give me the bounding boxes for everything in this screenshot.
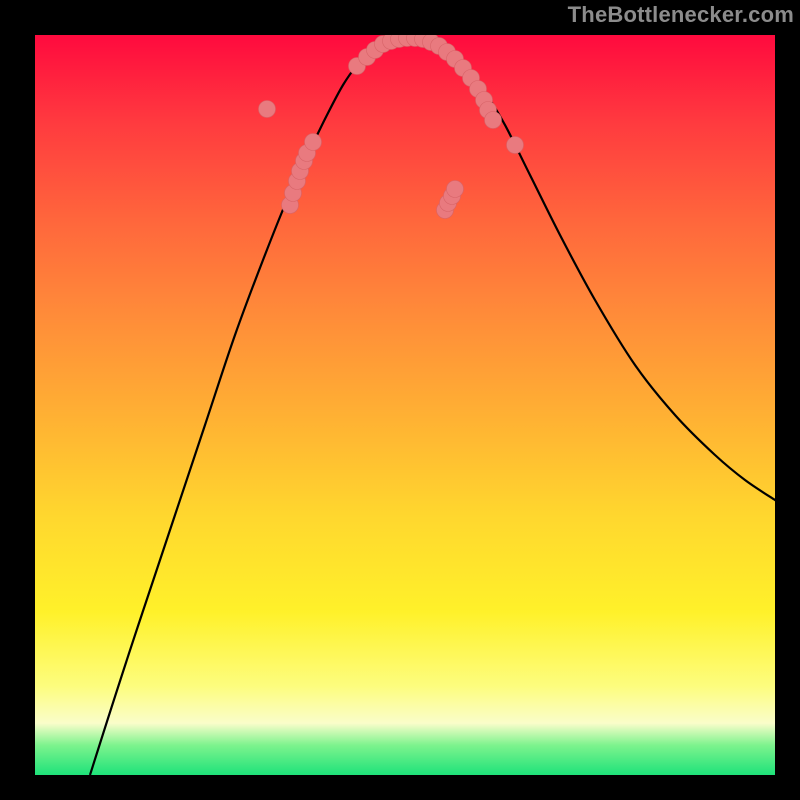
attribution-text: TheBottlenecker.com bbox=[568, 2, 794, 28]
chart-svg bbox=[35, 35, 775, 775]
data-marker bbox=[305, 134, 322, 151]
data-marker bbox=[447, 181, 464, 198]
plot-area bbox=[35, 35, 775, 775]
data-marker bbox=[507, 137, 524, 154]
chart-outer-frame: TheBottlenecker.com bbox=[0, 0, 800, 800]
data-marker bbox=[259, 101, 276, 118]
data-marker bbox=[485, 112, 502, 129]
bottleneck-curve bbox=[90, 37, 775, 775]
